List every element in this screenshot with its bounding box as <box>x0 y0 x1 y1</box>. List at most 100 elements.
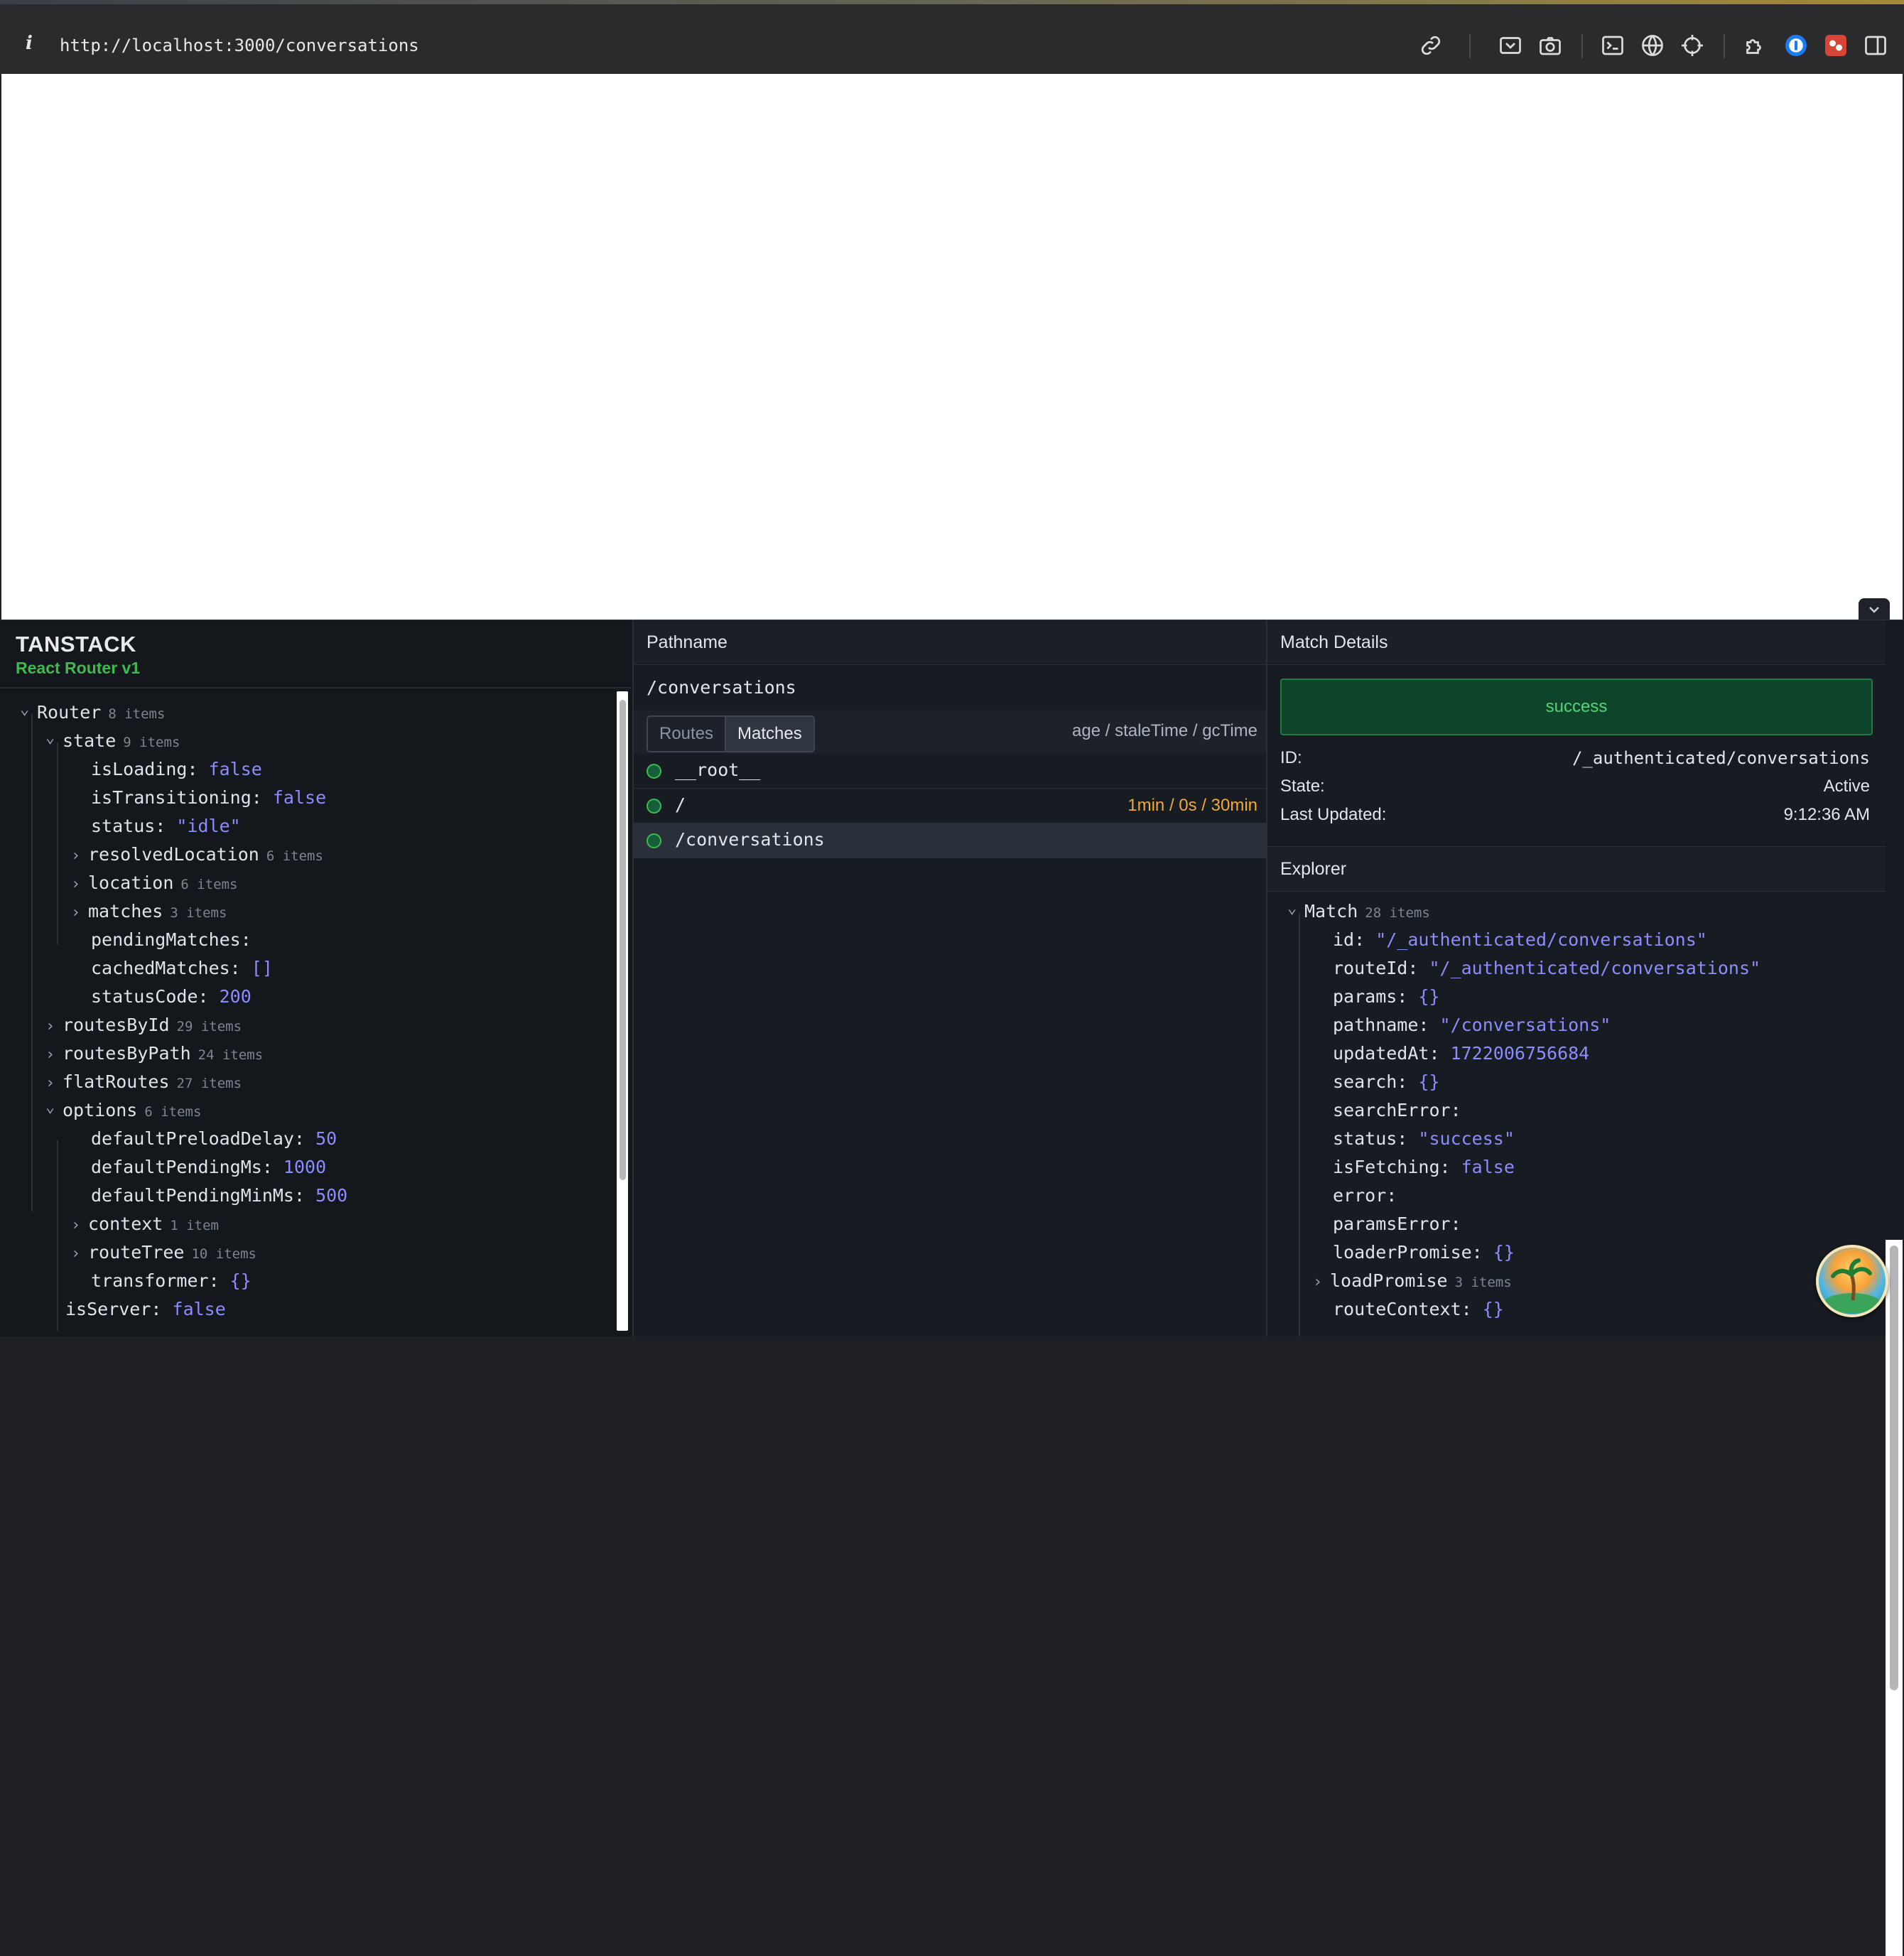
tree-key: flatRoutes <box>63 1071 170 1092</box>
chevron-right-icon[interactable]: › <box>71 843 88 869</box>
tree-key: id: <box>1333 929 1365 950</box>
toolbar-separator <box>1469 34 1471 58</box>
extension-red-icon[interactable] <box>1823 33 1849 58</box>
camera-icon[interactable] <box>1537 33 1563 58</box>
crosshair-icon[interactable] <box>1679 33 1705 58</box>
link-icon[interactable] <box>1418 33 1444 58</box>
item-count: 3 items <box>1454 1275 1512 1290</box>
tree-key: Match <box>1304 901 1358 922</box>
tree-key: isLoading: <box>91 759 198 779</box>
chevron-down-icon[interactable]: ⌄ <box>20 697 37 723</box>
pathname-header: Pathname <box>634 620 1266 665</box>
tree-row[interactable]: › flatRoutes 27 items <box>45 1069 242 1095</box>
devtools-collapse-button[interactable] <box>1859 598 1890 622</box>
match-row-conversations[interactable]: /conversations <box>634 823 1266 858</box>
scrollbar-thumb[interactable] <box>1890 1246 1898 1690</box>
routes-matches-tabbar: Routes Matches age / staleTime / gcTime <box>634 710 1266 754</box>
toolbar-separator <box>1724 34 1725 58</box>
item-count: 29 items <box>176 1019 242 1034</box>
chevron-right-icon[interactable]: › <box>71 872 88 897</box>
detail-label: ID: <box>1280 748 1302 767</box>
tree-row[interactable]: › context 1 item <box>71 1211 219 1237</box>
tree-key: searchError: <box>1333 1100 1461 1120</box>
tree-key: updatedAt: <box>1333 1043 1440 1064</box>
info-icon[interactable]: i <box>26 33 33 54</box>
tree-value: {} <box>1407 1071 1440 1092</box>
age-stale-gc-label: age / staleTime / gcTime <box>1072 721 1257 740</box>
status-dot-icon <box>647 833 661 848</box>
tree-row[interactable]: ⌄ Match 28 items <box>1287 899 1430 924</box>
terminal-icon[interactable] <box>1600 33 1626 58</box>
screenshot-area-icon[interactable] <box>1498 33 1523 58</box>
chevron-right-icon[interactable]: › <box>45 1071 63 1096</box>
tab-matches[interactable]: Matches <box>725 717 813 751</box>
current-pathname: /conversations <box>647 677 796 698</box>
status-badge: success <box>1280 679 1873 735</box>
tree-row[interactable]: ⌄ options 6 items <box>45 1098 201 1123</box>
tree-row: isServer: false <box>65 1297 226 1322</box>
tree-key: pendingMatches: <box>91 929 251 950</box>
chevron-right-icon[interactable]: › <box>71 900 88 926</box>
tree-row: paramsError: <box>1333 1211 1461 1237</box>
indent-guide <box>57 1140 58 1331</box>
match-row-root[interactable]: __root__ <box>634 754 1266 789</box>
address-bar-url[interactable]: http://localhost:3000/conversations <box>60 36 419 55</box>
chevron-right-icon[interactable]: › <box>45 1042 63 1068</box>
explorer-header: Explorer <box>1267 846 1886 892</box>
item-count: 3 items <box>170 905 227 921</box>
tree-key: defaultPreloadDelay: <box>91 1128 305 1149</box>
tree-row[interactable]: › routesByPath 24 items <box>45 1041 263 1066</box>
tree-value: 200 <box>208 986 251 1007</box>
chevron-down-icon[interactable]: ⌄ <box>45 1095 63 1120</box>
tree-key: routesById <box>63 1015 170 1035</box>
tree-row: routeContext: {} <box>1333 1297 1504 1322</box>
onepassword-icon[interactable] <box>1783 33 1809 58</box>
tree-row[interactable]: ⌄ state 9 items <box>45 728 180 754</box>
chevron-right-icon[interactable]: › <box>71 1213 88 1238</box>
brand-subtitle: React Router v1 <box>16 659 141 677</box>
tree-row[interactable]: › loadPromise 3 items <box>1313 1268 1512 1294</box>
detail-label: State: <box>1280 777 1325 796</box>
tree-key: routesByPath <box>63 1043 191 1064</box>
scrollbar-thumb[interactable] <box>620 700 626 1180</box>
match-row-index[interactable]: / 1min / 0s / 30min <box>634 789 1266 823</box>
tree-value: "/conversations" <box>1429 1015 1611 1035</box>
tree-key: resolvedLocation <box>88 844 259 865</box>
tree-value: 500 <box>305 1185 348 1206</box>
tree-key: isTransitioning: <box>91 787 262 808</box>
tree-row[interactable]: ⌄ Router 8 items <box>20 700 165 725</box>
tree-row[interactable]: › routeTree 10 items <box>71 1240 256 1265</box>
tree-key: context <box>88 1214 163 1234</box>
tab-routes[interactable]: Routes <box>648 717 725 751</box>
tree-row[interactable]: › location 6 items <box>71 870 238 896</box>
tree-key: isServer: <box>65 1299 162 1319</box>
tree-row: status: "idle" <box>91 814 241 839</box>
match-label: /conversations <box>675 829 825 850</box>
tree-row[interactable]: › routesById 29 items <box>45 1012 242 1038</box>
globe-icon[interactable] <box>1640 33 1665 58</box>
chevron-right-icon[interactable]: › <box>45 1014 63 1039</box>
chevron-right-icon[interactable]: › <box>71 1241 88 1267</box>
sidebar-icon[interactable] <box>1863 33 1888 58</box>
tree-value: {} <box>1407 986 1440 1007</box>
extensions-icon[interactable] <box>1742 33 1768 58</box>
item-count: 28 items <box>1365 905 1430 921</box>
tree-row[interactable]: › resolvedLocation 6 items <box>71 842 323 868</box>
tree-key: defaultPendingMs: <box>91 1157 273 1177</box>
router-devtools-panel: TANSTACK React Router v1 ⌄ Router 8 items ⌄… <box>0 620 1904 1956</box>
router-state-pane: TANSTACK React Router v1 ⌄ Router 8 items ⌄… <box>0 620 634 1336</box>
tree-key: routeId: <box>1333 958 1419 978</box>
floating-avatar-button[interactable] <box>1816 1245 1888 1317</box>
tree-key: paramsError: <box>1333 1214 1461 1234</box>
tree-row: updatedAt: 1722006756684 <box>1333 1041 1589 1066</box>
chevron-right-icon[interactable]: › <box>1313 1270 1330 1295</box>
tree-value: {} <box>219 1270 251 1291</box>
tree-row: defaultPreloadDelay: 50 <box>91 1126 337 1152</box>
tree-key: routeTree <box>88 1242 185 1263</box>
chevron-down-icon[interactable]: ⌄ <box>45 725 63 751</box>
detail-label: Last Updated: <box>1280 805 1387 824</box>
tree-row[interactable]: › matches 3 items <box>71 899 227 924</box>
chevron-down-icon[interactable]: ⌄ <box>1287 896 1304 922</box>
divider <box>0 687 632 688</box>
matches-pane: Pathname /conversations Routes Matches a… <box>634 620 1267 1336</box>
